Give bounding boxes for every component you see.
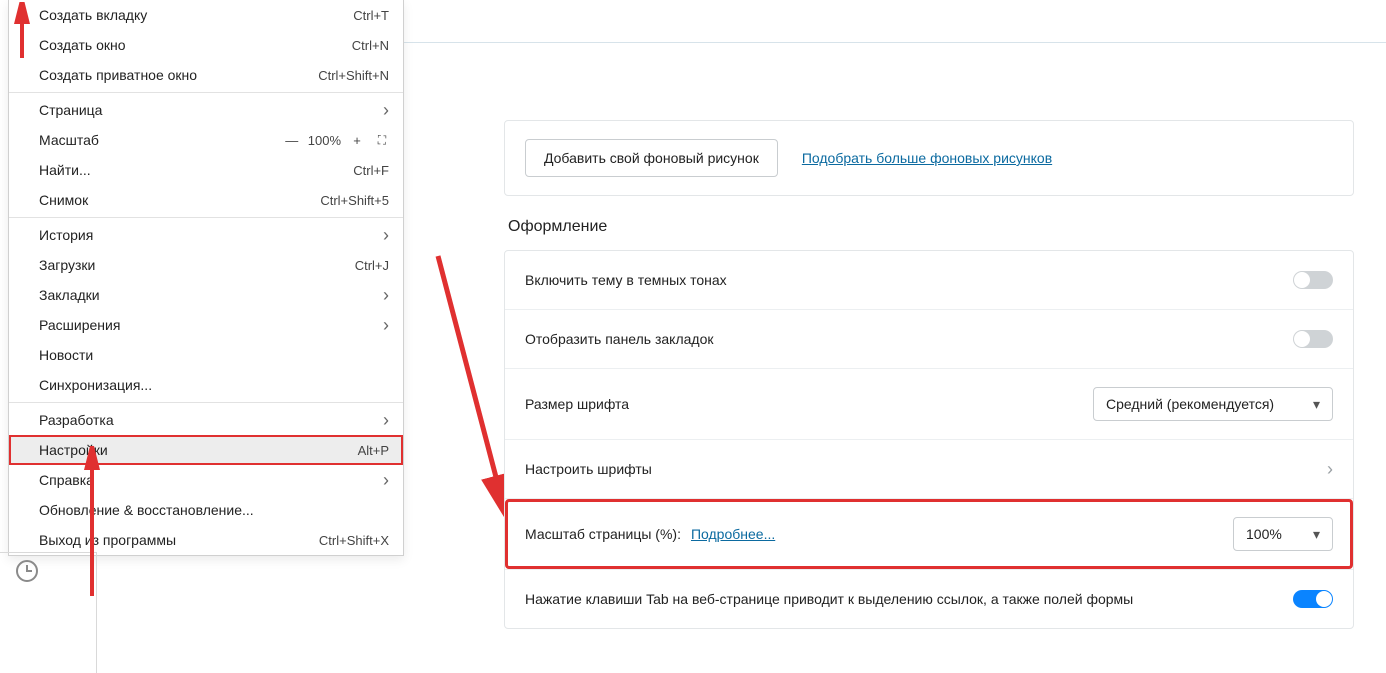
dark-theme-toggle[interactable] (1293, 271, 1333, 289)
font-size-label: Размер шрифта (525, 396, 629, 412)
menu-item-label: Снимок (39, 192, 88, 208)
menu-item-label: Найти... (39, 162, 91, 178)
menu-item[interactable]: Создать приватное окно Ctrl+Shift+N (9, 60, 403, 90)
font-size-select[interactable]: Средний (рекомендуется) ▾ (1093, 387, 1333, 421)
zoom-in-button[interactable]: + (349, 133, 365, 148)
background-card: Добавить свой фоновый рисунок Подобрать … (504, 120, 1354, 196)
menu-item[interactable]: Масштаб — 100% + ⛶ (9, 125, 403, 155)
page-zoom-more-link[interactable]: Подробнее... (691, 526, 775, 542)
menu-item-label: Обновление & восстановление... (39, 502, 254, 518)
menu-item-label: Страница (39, 102, 102, 118)
zoom-out-button[interactable]: — (284, 133, 300, 148)
menu-item-label: Расширения (39, 317, 120, 333)
menu-item-label: Масштаб (39, 132, 99, 148)
chevron-right-icon (383, 471, 389, 489)
tab-focus-toggle[interactable] (1293, 590, 1333, 608)
menu-item[interactable]: Выход из программы Ctrl+Shift+X (9, 525, 403, 555)
adjust-fonts-label: Настроить шрифты (525, 461, 652, 477)
section-title-appearance: Оформление (508, 218, 1354, 236)
page-zoom-select[interactable]: 100% ▾ (1233, 517, 1333, 551)
main-menu: Создать вкладкуCtrl+TСоздать окноCtrl+NС… (8, 0, 404, 556)
menu-item-shortcut: Ctrl+T (353, 8, 389, 23)
page-zoom-row: Масштаб страницы (%): Подробнее... 100% … (505, 499, 1353, 569)
zoom-value: 100% (308, 133, 341, 148)
chevron-right-icon (383, 411, 389, 429)
dark-theme-label: Включить тему в темных тонах (525, 272, 727, 288)
menu-item[interactable]: Расширения (9, 310, 403, 340)
menu-item-label: История (39, 227, 93, 243)
tab-focus-row: Нажатие клавиши Tab на веб-странице прив… (505, 570, 1353, 628)
menu-item-shortcut: Ctrl+N (352, 38, 389, 53)
menu-item[interactable]: Разработка (9, 405, 403, 435)
menu-item-label: Разработка (39, 412, 114, 428)
appearance-card: Включить тему в темных тонах Отобразить … (504, 250, 1354, 629)
fullscreen-icon[interactable]: ⛶ (373, 133, 389, 148)
menu-item-label: Справка (39, 472, 94, 488)
font-size-value: Средний (рекомендуется) (1106, 396, 1274, 412)
chevron-right-icon (383, 286, 389, 304)
menu-item-shortcut: Ctrl+Shift+5 (320, 193, 389, 208)
chevron-right-icon (383, 101, 389, 119)
page-zoom-label: Масштаб страницы (%): (525, 526, 681, 542)
menu-item[interactable]: Новости (9, 340, 403, 370)
bookmarks-bar-toggle[interactable] (1293, 330, 1333, 348)
left-panel (0, 552, 96, 673)
history-icon[interactable] (16, 560, 38, 582)
menu-item[interactable]: Справка (9, 465, 403, 495)
bookmarks-bar-row: Отобразить панель закладок (505, 310, 1353, 368)
menu-separator (9, 217, 403, 218)
more-backgrounds-link[interactable]: Подобрать больше фоновых рисунков (802, 150, 1052, 166)
add-background-button[interactable]: Добавить свой фоновый рисунок (525, 139, 778, 177)
adjust-fonts-row[interactable]: Настроить шрифты › (505, 440, 1353, 498)
menu-item-label: Закладки (39, 287, 100, 303)
menu-item-shortcut: Ctrl+Shift+X (319, 533, 389, 548)
menu-item[interactable]: Настройки Alt+P (9, 435, 403, 465)
dark-theme-row: Включить тему в темных тонах (505, 251, 1353, 309)
menu-item-label: Новости (39, 347, 93, 363)
chevron-right-icon: › (1327, 459, 1333, 480)
zoom-controls: — 100% + ⛶ (284, 133, 389, 148)
settings-content: Добавить свой фоновый рисунок Подобрать … (504, 120, 1354, 651)
menu-item-shortcut: Ctrl+Shift+N (318, 68, 389, 83)
menu-separator (9, 92, 403, 93)
page-zoom-value: 100% (1246, 526, 1282, 542)
menu-item[interactable]: Страница (9, 95, 403, 125)
menu-item-shortcut: Ctrl+F (353, 163, 389, 178)
menu-item[interactable]: Обновление & восстановление... (9, 495, 403, 525)
menu-item[interactable]: Синхронизация... (9, 370, 403, 400)
caret-down-icon: ▾ (1313, 526, 1320, 543)
bookmarks-bar-label: Отобразить панель закладок (525, 331, 714, 347)
menu-item-label: Создать вкладку (39, 7, 147, 23)
menu-item[interactable]: Создать вкладку Ctrl+T (9, 0, 403, 30)
menu-item-label: Выход из программы (39, 532, 176, 548)
menu-item-shortcut: Ctrl+J (355, 258, 389, 273)
menu-item[interactable]: Найти... Ctrl+F (9, 155, 403, 185)
font-size-row: Размер шрифта Средний (рекомендуется) ▾ (505, 369, 1353, 439)
menu-item-label: Создать приватное окно (39, 67, 197, 83)
menu-item-label: Синхронизация... (39, 377, 152, 393)
content-top-divider (404, 42, 1386, 43)
menu-item-label: Создать окно (39, 37, 126, 53)
menu-item[interactable]: Снимок Ctrl+Shift+5 (9, 185, 403, 215)
menu-item-label: Загрузки (39, 257, 95, 273)
menu-item[interactable]: Закладки (9, 280, 403, 310)
chevron-right-icon (383, 226, 389, 244)
menu-separator (9, 402, 403, 403)
menu-item[interactable]: История (9, 220, 403, 250)
menu-item[interactable]: Создать окно Ctrl+N (9, 30, 403, 60)
caret-down-icon: ▾ (1313, 396, 1320, 413)
menu-item-shortcut: Alt+P (358, 443, 389, 458)
tab-focus-label: Нажатие клавиши Tab на веб-странице прив… (525, 591, 1133, 607)
left-panel-divider (96, 552, 97, 673)
menu-item-label: Настройки (39, 442, 108, 458)
menu-item[interactable]: Загрузки Ctrl+J (9, 250, 403, 280)
chevron-right-icon (383, 316, 389, 334)
